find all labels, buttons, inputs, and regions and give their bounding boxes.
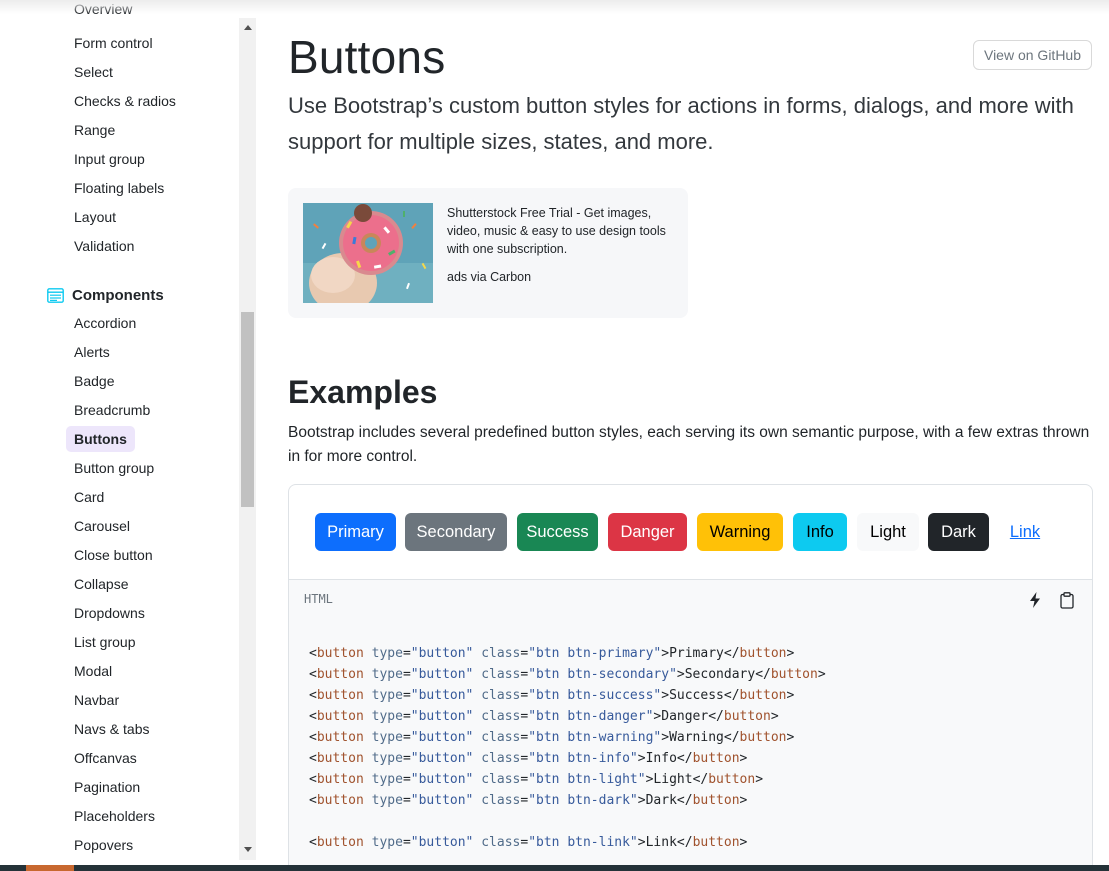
sidebar-item-button-group[interactable]: Button group <box>66 455 162 481</box>
code-line: <button type="button" class="btn btn-pri… <box>309 646 795 661</box>
examples-heading: Examples <box>288 374 438 410</box>
sidebar-item-navs-and-tabs[interactable]: Navs & tabs <box>66 716 157 742</box>
carbon-ad: Shutterstock Free Trial - Get images, vi… <box>288 188 688 318</box>
ad-text[interactable]: Shutterstock Free Trial - Get images, vi… <box>447 204 677 258</box>
sidebar-item-floating-labels[interactable]: Floating labels <box>66 175 172 201</box>
scrollbar-thumb[interactable] <box>241 312 254 507</box>
sidebar-item-dropdowns[interactable]: Dropdowns <box>66 600 153 626</box>
sidebar-item-layout[interactable]: Layout <box>66 204 124 230</box>
clipboard-icon[interactable] <box>1057 590 1077 610</box>
code-line: <button type="button" class="btn btn-suc… <box>309 688 795 703</box>
code-line: <button type="button" class="btn btn-sec… <box>309 667 826 682</box>
code-line: <button type="button" class="btn btn-dar… <box>309 793 748 808</box>
sidebar-item-modal[interactable]: Modal <box>66 658 120 684</box>
light-button[interactable]: Light <box>857 513 919 551</box>
sidebar-heading-components[interactable]: Components <box>47 284 164 306</box>
sidebar-nav: Overview Components Form control Select Ch… <box>0 0 240 865</box>
sidebar-item-offcanvas[interactable]: Offcanvas <box>66 745 145 771</box>
warning-button[interactable]: Warning <box>697 513 783 551</box>
code-header <box>288 579 1093 621</box>
examples-description: Bootstrap includes several predefined bu… <box>288 424 1090 465</box>
sidebar-item-placeholders[interactable]: Placeholders <box>66 803 163 829</box>
secondary-button[interactable]: Secondary <box>405 513 507 551</box>
sidebar-item-select[interactable]: Select <box>66 59 121 85</box>
sidebar-item-popovers[interactable]: Popovers <box>66 832 141 858</box>
dark-button[interactable]: Dark <box>928 513 989 551</box>
ads-via-carbon-link[interactable]: ads via Carbon <box>447 270 531 284</box>
taskbar-active-app[interactable] <box>26 865 74 871</box>
sidebar-item-close-button[interactable]: Close button <box>66 542 161 568</box>
sidebar-item-validation[interactable]: Validation <box>66 233 142 259</box>
sidebar-item-input-group[interactable]: Input group <box>66 146 153 172</box>
code-line: <button type="button" class="btn btn-lig… <box>309 772 764 787</box>
sidebar-item-buttons[interactable]: Buttons <box>66 426 135 452</box>
danger-button[interactable]: Danger <box>608 513 687 551</box>
page-title: Buttons <box>288 31 446 83</box>
sidebar-item-alerts[interactable]: Alerts <box>66 339 118 365</box>
sidebar-item-carousel[interactable]: Carousel <box>66 513 138 539</box>
components-icon <box>47 287 64 303</box>
view-on-github-button[interactable]: View on GitHub <box>973 40 1092 70</box>
sidebar-item-pagination[interactable]: Pagination <box>66 774 148 800</box>
sidebar-item-accordion[interactable]: Accordion <box>66 310 144 336</box>
code-line: <button type="button" class="btn btn-dan… <box>309 709 779 724</box>
link-button[interactable]: Link <box>1002 513 1048 551</box>
sidebar-item-range[interactable]: Range <box>66 117 123 143</box>
sidebar-item-breadcrumb[interactable]: Breadcrumb <box>66 397 158 423</box>
sidebar-item-list-group[interactable]: List group <box>66 629 143 655</box>
scroll-up-arrow-icon[interactable] <box>239 18 256 36</box>
donut-photo[interactable] <box>303 203 433 303</box>
sidebar-item-form-control[interactable]: Form control <box>66 30 161 56</box>
primary-button[interactable]: Primary <box>315 513 396 551</box>
sidebar-item-navbar[interactable]: Navbar <box>66 687 127 713</box>
code-line: <button type="button" class="btn btn-war… <box>309 730 795 745</box>
sidebar-item-card[interactable]: Card <box>66 484 112 510</box>
sidebar-item-checks-and-radios[interactable]: Checks & radios <box>66 88 184 114</box>
success-button[interactable]: Success <box>517 513 598 551</box>
code-language-label: HTML <box>304 592 333 606</box>
sidebar-item-badge[interactable]: Badge <box>66 368 122 394</box>
taskbar <box>0 865 1109 871</box>
sidebar-item-collapse[interactable]: Collapse <box>66 571 136 597</box>
code-line: <button type="button" class="btn btn-inf… <box>309 751 748 766</box>
sidebar-item-overview[interactable]: Overview <box>66 4 140 18</box>
sidebar-heading-label: Components <box>72 286 164 304</box>
page-lead: Use Bootstrap’s custom button styles for… <box>288 93 1074 154</box>
scroll-down-arrow-icon[interactable] <box>239 840 256 858</box>
lightning-icon[interactable] <box>1025 590 1045 610</box>
code-line: <button type="button" class="btn btn-lin… <box>309 835 748 850</box>
info-button[interactable]: Info <box>793 513 847 551</box>
